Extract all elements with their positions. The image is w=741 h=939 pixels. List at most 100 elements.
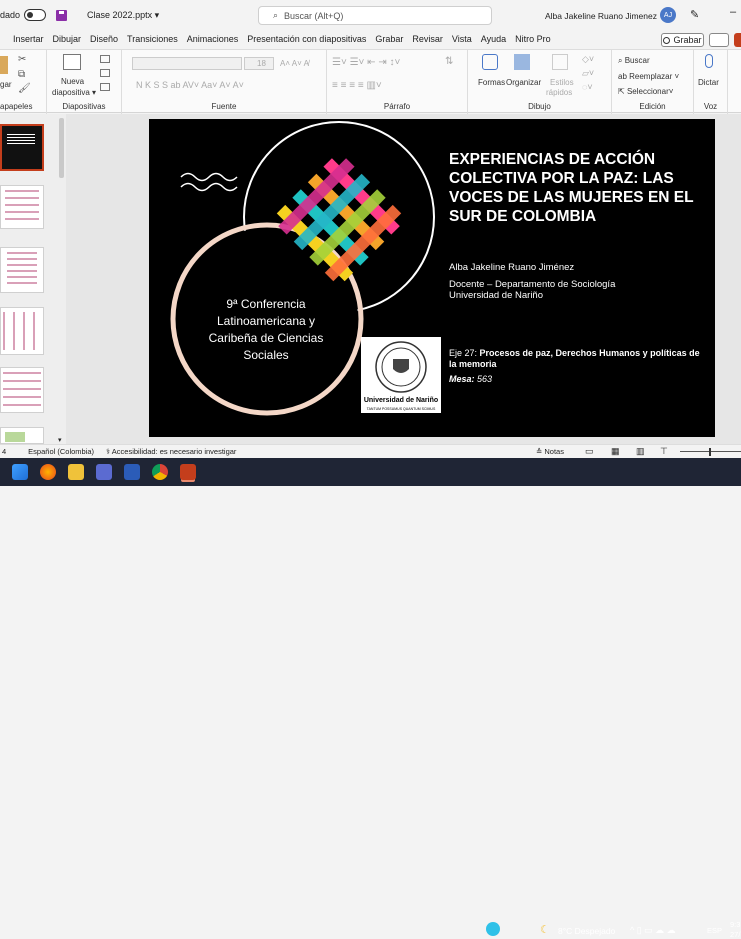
tab-nitro[interactable]: Nitro Pro xyxy=(515,34,551,44)
current-slide[interactable]: EXPERIENCIAS DE ACCIÓN COLECTIVA POR LA … xyxy=(149,119,715,437)
powerpoint-icon[interactable] xyxy=(180,464,196,480)
tab-animaciones[interactable]: Animaciones xyxy=(187,34,239,44)
autosave-toggle[interactable] xyxy=(24,9,47,21)
comments-button[interactable] xyxy=(709,33,729,47)
fill-icon[interactable]: ◇˅ xyxy=(582,54,594,65)
font-format-buttons[interactable]: N K S S ab AV˅ Aa˅ A˅ A˅ xyxy=(136,80,244,90)
group-voz: Dictar Voz xyxy=(694,50,728,114)
text-direction-icon[interactable]: ⇅ xyxy=(445,56,453,67)
new-slide-icon[interactable] xyxy=(63,54,81,70)
clock-date[interactable]: 27/ xyxy=(730,930,740,939)
tab-insertar[interactable]: Insertar xyxy=(13,34,44,44)
slide-eje[interactable]: Eje 27: Procesos de paz, Derechos Humano… xyxy=(449,348,709,370)
arrange-icon[interactable] xyxy=(514,54,530,70)
slide-role: Docente – Departamento de Sociología xyxy=(449,279,616,290)
effects-icon[interactable]: ◌˅ xyxy=(582,82,593,92)
save-icon[interactable] xyxy=(56,9,68,21)
clock-time[interactable]: 9:3 xyxy=(730,920,740,929)
tab-vista[interactable]: Vista xyxy=(452,34,472,44)
notes-button[interactable]: ≙ Notas xyxy=(536,447,564,456)
thumbnail-slide[interactable] xyxy=(0,247,44,293)
wave-decoration-1 xyxy=(180,172,238,182)
share-button[interactable] xyxy=(734,33,741,47)
normal-view-icon[interactable]: ▭ xyxy=(585,446,594,457)
avatar[interactable]: AJ xyxy=(660,7,676,23)
slideshow-view-icon[interactable]: ⊤ xyxy=(660,446,668,457)
thumbnail-scrollbar[interactable] xyxy=(59,118,64,178)
layout-icon[interactable] xyxy=(100,55,110,63)
reset-icon[interactable] xyxy=(100,69,110,77)
buscar-button[interactable]: ⌕ Buscar xyxy=(618,56,650,66)
wave-decoration-2 xyxy=(180,182,238,192)
weather-text[interactable]: 8°C Despejado xyxy=(558,926,615,936)
help-icon[interactable] xyxy=(486,922,500,936)
file-explorer-icon[interactable] xyxy=(68,464,84,480)
font-size-buttons[interactable]: A˄ A˅ A̸ xyxy=(280,59,309,68)
pen-icon[interactable]: ✎ xyxy=(690,8,699,21)
tab-grabar[interactable]: Grabar xyxy=(375,34,403,44)
tab-diseno[interactable]: Diseño xyxy=(90,34,118,44)
record-icon xyxy=(663,36,671,44)
weather-icon: ☾ xyxy=(540,924,550,936)
slide-author[interactable]: Alba Jakeline Ruano Jiménez xyxy=(449,262,574,273)
user-name[interactable]: Alba Jakeline Ruano Jimenez xyxy=(545,11,657,21)
thumbnail-slide[interactable] xyxy=(0,307,44,355)
language-status[interactable]: Español (Colombia) xyxy=(28,447,94,456)
group-edicion: ⌕ Buscar ab Reemplazar ˅ ⇱ Seleccionar˅ … xyxy=(612,50,694,114)
section-icon[interactable] xyxy=(100,83,110,91)
tab-presentacion[interactable]: Presentación con diapositivas xyxy=(247,34,366,44)
teams-icon[interactable] xyxy=(96,464,112,480)
chrome-icon[interactable] xyxy=(152,464,168,480)
zoom-slider-thumb[interactable] xyxy=(709,448,711,456)
slide-counter: 4 xyxy=(2,447,7,456)
thumbnail-slide[interactable] xyxy=(0,367,44,413)
font-size-select[interactable]: 18 xyxy=(244,57,274,70)
font-family-select[interactable] xyxy=(132,57,242,70)
reading-view-icon[interactable]: ▥ xyxy=(636,446,645,457)
align-buttons[interactable]: ≡ ≡ ≡ ≡ ▥˅ xyxy=(332,80,382,91)
slide-title[interactable]: EXPERIENCIAS DE ACCIÓN COLECTIVA POR LA … xyxy=(449,150,709,226)
university-logo[interactable]: Universidad de Nariño TANTUM POSSUMUS QU… xyxy=(361,337,441,413)
status-bar: 4 Español (Colombia) ⚕ Accesibilidad: es… xyxy=(0,444,741,458)
paste-icon[interactable] xyxy=(0,56,8,74)
slide-affiliation[interactable]: Docente – Departamento de Sociología Uni… xyxy=(449,279,615,301)
tab-revisar[interactable]: Revisar xyxy=(412,34,443,44)
sorter-view-icon[interactable]: ▦ xyxy=(611,446,620,457)
group-portapapeles: ✂ ⧉ 🖌 gar apapeles xyxy=(0,50,47,114)
tray-icons[interactable]: ^ ▯ ▭ ☁ ☁ xyxy=(630,925,676,936)
copy-icon[interactable]: ⧉ xyxy=(18,69,25,80)
mic-icon[interactable] xyxy=(705,54,713,68)
group-parrafo: ☰˅ ☰˅ ⇤ ⇥ ↕˅ ≡ ≡ ≡ ≡ ▥˅ ⇅ Párrafo xyxy=(327,50,468,114)
thumbnail-slide[interactable] xyxy=(0,427,44,444)
slide-thumbnails: ▾ xyxy=(0,114,66,444)
tab-transiciones[interactable]: Transiciones xyxy=(127,34,178,44)
conference-name[interactable]: 9ª Conferencia Latinoamericana y Caribeñ… xyxy=(192,296,340,364)
accessibility-status[interactable]: ⚕ Accesibilidad: es necesario investigar xyxy=(106,447,236,456)
cut-icon[interactable]: ✂ xyxy=(18,54,26,65)
group-dibujo: Formas Organizar Estilos rápidos ◇˅ ▱˅ ◌… xyxy=(468,50,612,114)
group-fuente: 18 A˄ A˅ A̸ N K S S ab AV˅ Aa˅ A˅ A˅ Fue… xyxy=(122,50,327,114)
quick-styles-icon[interactable] xyxy=(552,54,568,70)
thumbnail-slide[interactable] xyxy=(0,185,44,229)
file-name[interactable]: Clase 2022.pptx ▾ xyxy=(87,10,159,21)
firefox-icon[interactable] xyxy=(40,464,56,480)
thumbnail-slide-4[interactable] xyxy=(0,124,44,171)
word-icon[interactable] xyxy=(124,464,140,480)
list-buttons[interactable]: ☰˅ ☰˅ ⇤ ⇥ ↕˅ xyxy=(332,57,400,68)
reemplazar-button[interactable]: ab Reemplazar ˅ xyxy=(618,72,679,81)
tab-dibujar[interactable]: Dibujar xyxy=(53,34,82,44)
shapes-icon[interactable] xyxy=(482,54,498,70)
outline-icon[interactable]: ▱˅ xyxy=(582,68,594,79)
minimize-icon[interactable]: – xyxy=(730,6,736,18)
search-icon: ⌕ xyxy=(273,10,279,20)
tab-ayuda[interactable]: Ayuda xyxy=(481,34,506,44)
search-box[interactable]: ⌕ Buscar (Alt+Q) xyxy=(258,6,492,25)
keyboard-language[interactable]: ESP xyxy=(707,926,722,935)
scroll-down-icon[interactable]: ▾ xyxy=(58,436,62,444)
slide-mesa[interactable]: Mesa: 563 xyxy=(449,374,492,384)
seleccionar-button[interactable]: ⇱ Seleccionar˅ xyxy=(618,87,673,96)
grabar-button[interactable]: Grabar xyxy=(661,33,704,47)
windows-start-icon[interactable] xyxy=(12,464,28,480)
logo-motto: TANTUM POSSUMUS QUANTUM SCIMUS xyxy=(366,407,436,411)
format-painter-icon[interactable]: 🖌 xyxy=(18,83,31,94)
